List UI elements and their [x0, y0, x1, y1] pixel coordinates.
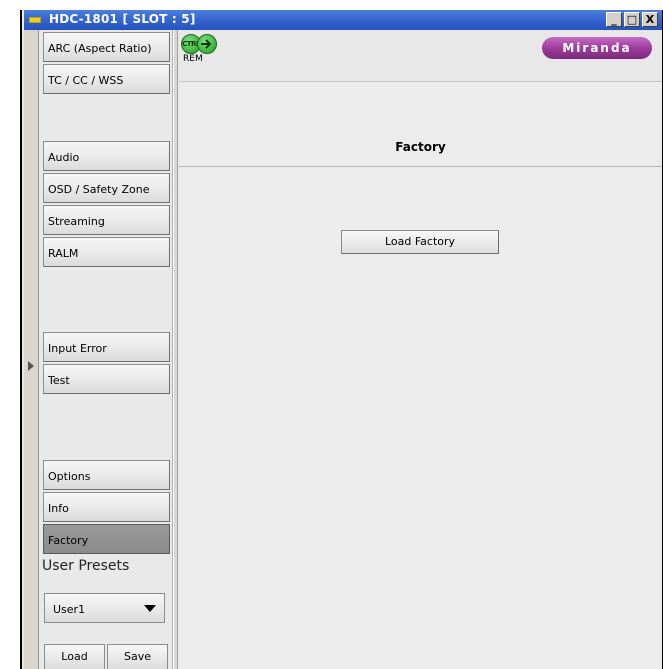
- sidebar-item-osd-safety-zone[interactable]: OSD / Safety Zone: [43, 173, 170, 203]
- dropdown-arrow-icon[interactable]: [144, 605, 156, 612]
- user-preset-select[interactable]: User1: [44, 593, 165, 623]
- panel-splitter[interactable]: [173, 30, 178, 669]
- miranda-logo: Miranda: [542, 37, 652, 59]
- sidebar-item-test[interactable]: Test: [43, 364, 170, 394]
- sidebar-item-ralm[interactable]: RALM: [43, 237, 170, 267]
- title-divider: [179, 166, 662, 167]
- sidebar-item-tc-cc-wss[interactable]: TC / CC / WSS: [43, 64, 170, 94]
- sidebar-item-input-error[interactable]: Input Error: [43, 332, 170, 362]
- user-preset-value: User1: [53, 603, 86, 616]
- sidebar-item-arc[interactable]: ARC (Aspect Ratio): [43, 32, 170, 62]
- close-button[interactable]: X: [642, 12, 658, 27]
- maximize-button[interactable]: □: [624, 12, 640, 27]
- main-content: CTRL REM Miranda Factory Load Factory: [179, 30, 662, 669]
- load-preset-button[interactable]: Load: [44, 644, 105, 669]
- status-toolbar: CTRL REM Miranda: [179, 30, 662, 82]
- application-window: HDC-1801 [ SLOT : 5] _ □ X ARC (Aspect R…: [20, 10, 663, 669]
- expand-arrow-icon[interactable]: [28, 361, 34, 371]
- window-titlebar[interactable]: HDC-1801 [ SLOT : 5] _ □ X: [24, 10, 662, 30]
- sidebar-item-audio[interactable]: Audio: [43, 141, 170, 171]
- sidebar-item-factory[interactable]: Factory: [43, 524, 170, 554]
- collapse-rail[interactable]: [24, 30, 39, 669]
- sidebar-item-streaming[interactable]: Streaming: [43, 205, 170, 235]
- sidebar-item-options[interactable]: Options: [43, 460, 170, 490]
- arrow-right-glyph: [201, 39, 212, 49]
- minimize-button[interactable]: _: [606, 12, 622, 27]
- sidebar-item-info[interactable]: Info: [43, 492, 170, 522]
- user-presets-label: User Presets: [42, 558, 130, 574]
- sidebar: ARC (Aspect Ratio) TC / CC / WSS Audio O…: [40, 30, 173, 669]
- window-title: HDC-1801 [ SLOT : 5]: [49, 12, 196, 26]
- load-factory-button[interactable]: Load Factory: [341, 230, 499, 254]
- save-preset-button[interactable]: Save: [107, 644, 168, 669]
- app-icon: [29, 17, 41, 23]
- page-title: Factory: [395, 140, 446, 154]
- arrow-right-icon[interactable]: [197, 34, 217, 54]
- rem-label: REM: [183, 54, 203, 64]
